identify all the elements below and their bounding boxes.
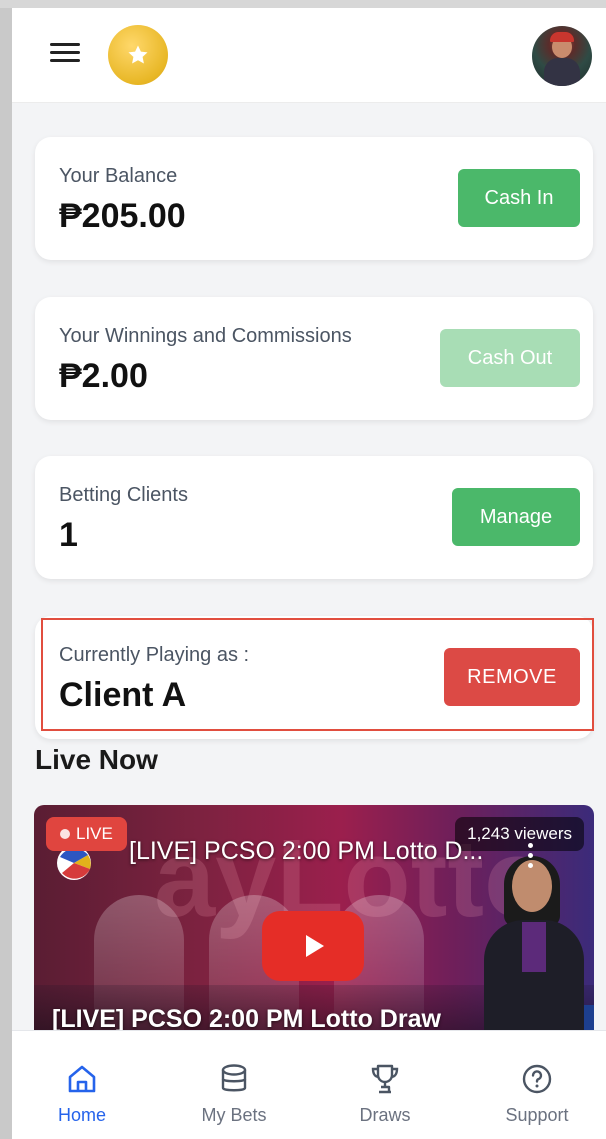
live-video-player[interactable]: ayLotto LIVE 1,243 viewers [LIVE] PCSO 2… bbox=[34, 805, 594, 1045]
more-options-icon[interactable] bbox=[528, 843, 536, 873]
presenter-image bbox=[474, 856, 594, 1045]
app-screen: Your Balance ₱205.00 Cash In Your Winnin… bbox=[12, 8, 606, 1139]
winnings-value: ₱2.00 bbox=[59, 357, 148, 395]
top-bar bbox=[12, 8, 606, 103]
nav-draws-label: Draws bbox=[359, 1105, 411, 1125]
play-icon bbox=[306, 935, 324, 957]
live-dot-icon bbox=[60, 829, 70, 839]
balance-label: Your Balance bbox=[59, 165, 178, 187]
nav-home[interactable]: Home bbox=[12, 1031, 152, 1139]
cash-out-button[interactable]: Cash Out bbox=[440, 329, 580, 387]
live-now-heading: Live Now bbox=[35, 744, 158, 775]
live-badge: LIVE bbox=[46, 817, 127, 851]
window-frame-top bbox=[0, 0, 606, 8]
nav-my-bets[interactable]: My Bets bbox=[164, 1031, 304, 1139]
balance-value: ₱205.00 bbox=[59, 197, 186, 235]
balance-card: Your Balance ₱205.00 Cash In bbox=[35, 137, 593, 260]
hamburger-menu-icon[interactable] bbox=[50, 43, 80, 67]
cash-in-button[interactable]: Cash In bbox=[458, 169, 580, 227]
user-avatar[interactable] bbox=[532, 26, 592, 86]
betting-clients-count: 1 bbox=[59, 516, 78, 554]
highlight-box bbox=[41, 618, 594, 731]
window-frame-left bbox=[0, 0, 12, 1139]
manage-button[interactable]: Manage bbox=[452, 488, 580, 546]
betting-clients-label: Betting Clients bbox=[59, 484, 188, 506]
star-icon[interactable] bbox=[108, 25, 168, 85]
nav-my-bets-label: My Bets bbox=[201, 1105, 267, 1125]
winnings-label: Your Winnings and Commissions bbox=[59, 325, 352, 347]
database-icon bbox=[221, 1064, 247, 1092]
nav-draws[interactable]: Draws bbox=[315, 1031, 455, 1139]
live-badge-label: LIVE bbox=[76, 824, 113, 843]
trophy-icon bbox=[371, 1064, 399, 1094]
video-title[interactable]: [LIVE] PCSO 2:00 PM Lotto D... bbox=[129, 837, 483, 866]
betting-clients-card: Betting Clients 1 Manage bbox=[35, 456, 593, 579]
nav-home-label: Home bbox=[57, 1105, 106, 1125]
help-circle-icon bbox=[522, 1064, 552, 1094]
nav-support-label: Support bbox=[505, 1105, 569, 1125]
play-button[interactable] bbox=[262, 911, 364, 981]
nav-support[interactable]: Support bbox=[467, 1031, 606, 1139]
home-icon bbox=[68, 1065, 96, 1093]
winnings-card: Your Winnings and Commissions ₱2.00 Cash… bbox=[35, 297, 593, 420]
bottom-navigation: Home My Bets Draws Support bbox=[12, 1030, 606, 1139]
